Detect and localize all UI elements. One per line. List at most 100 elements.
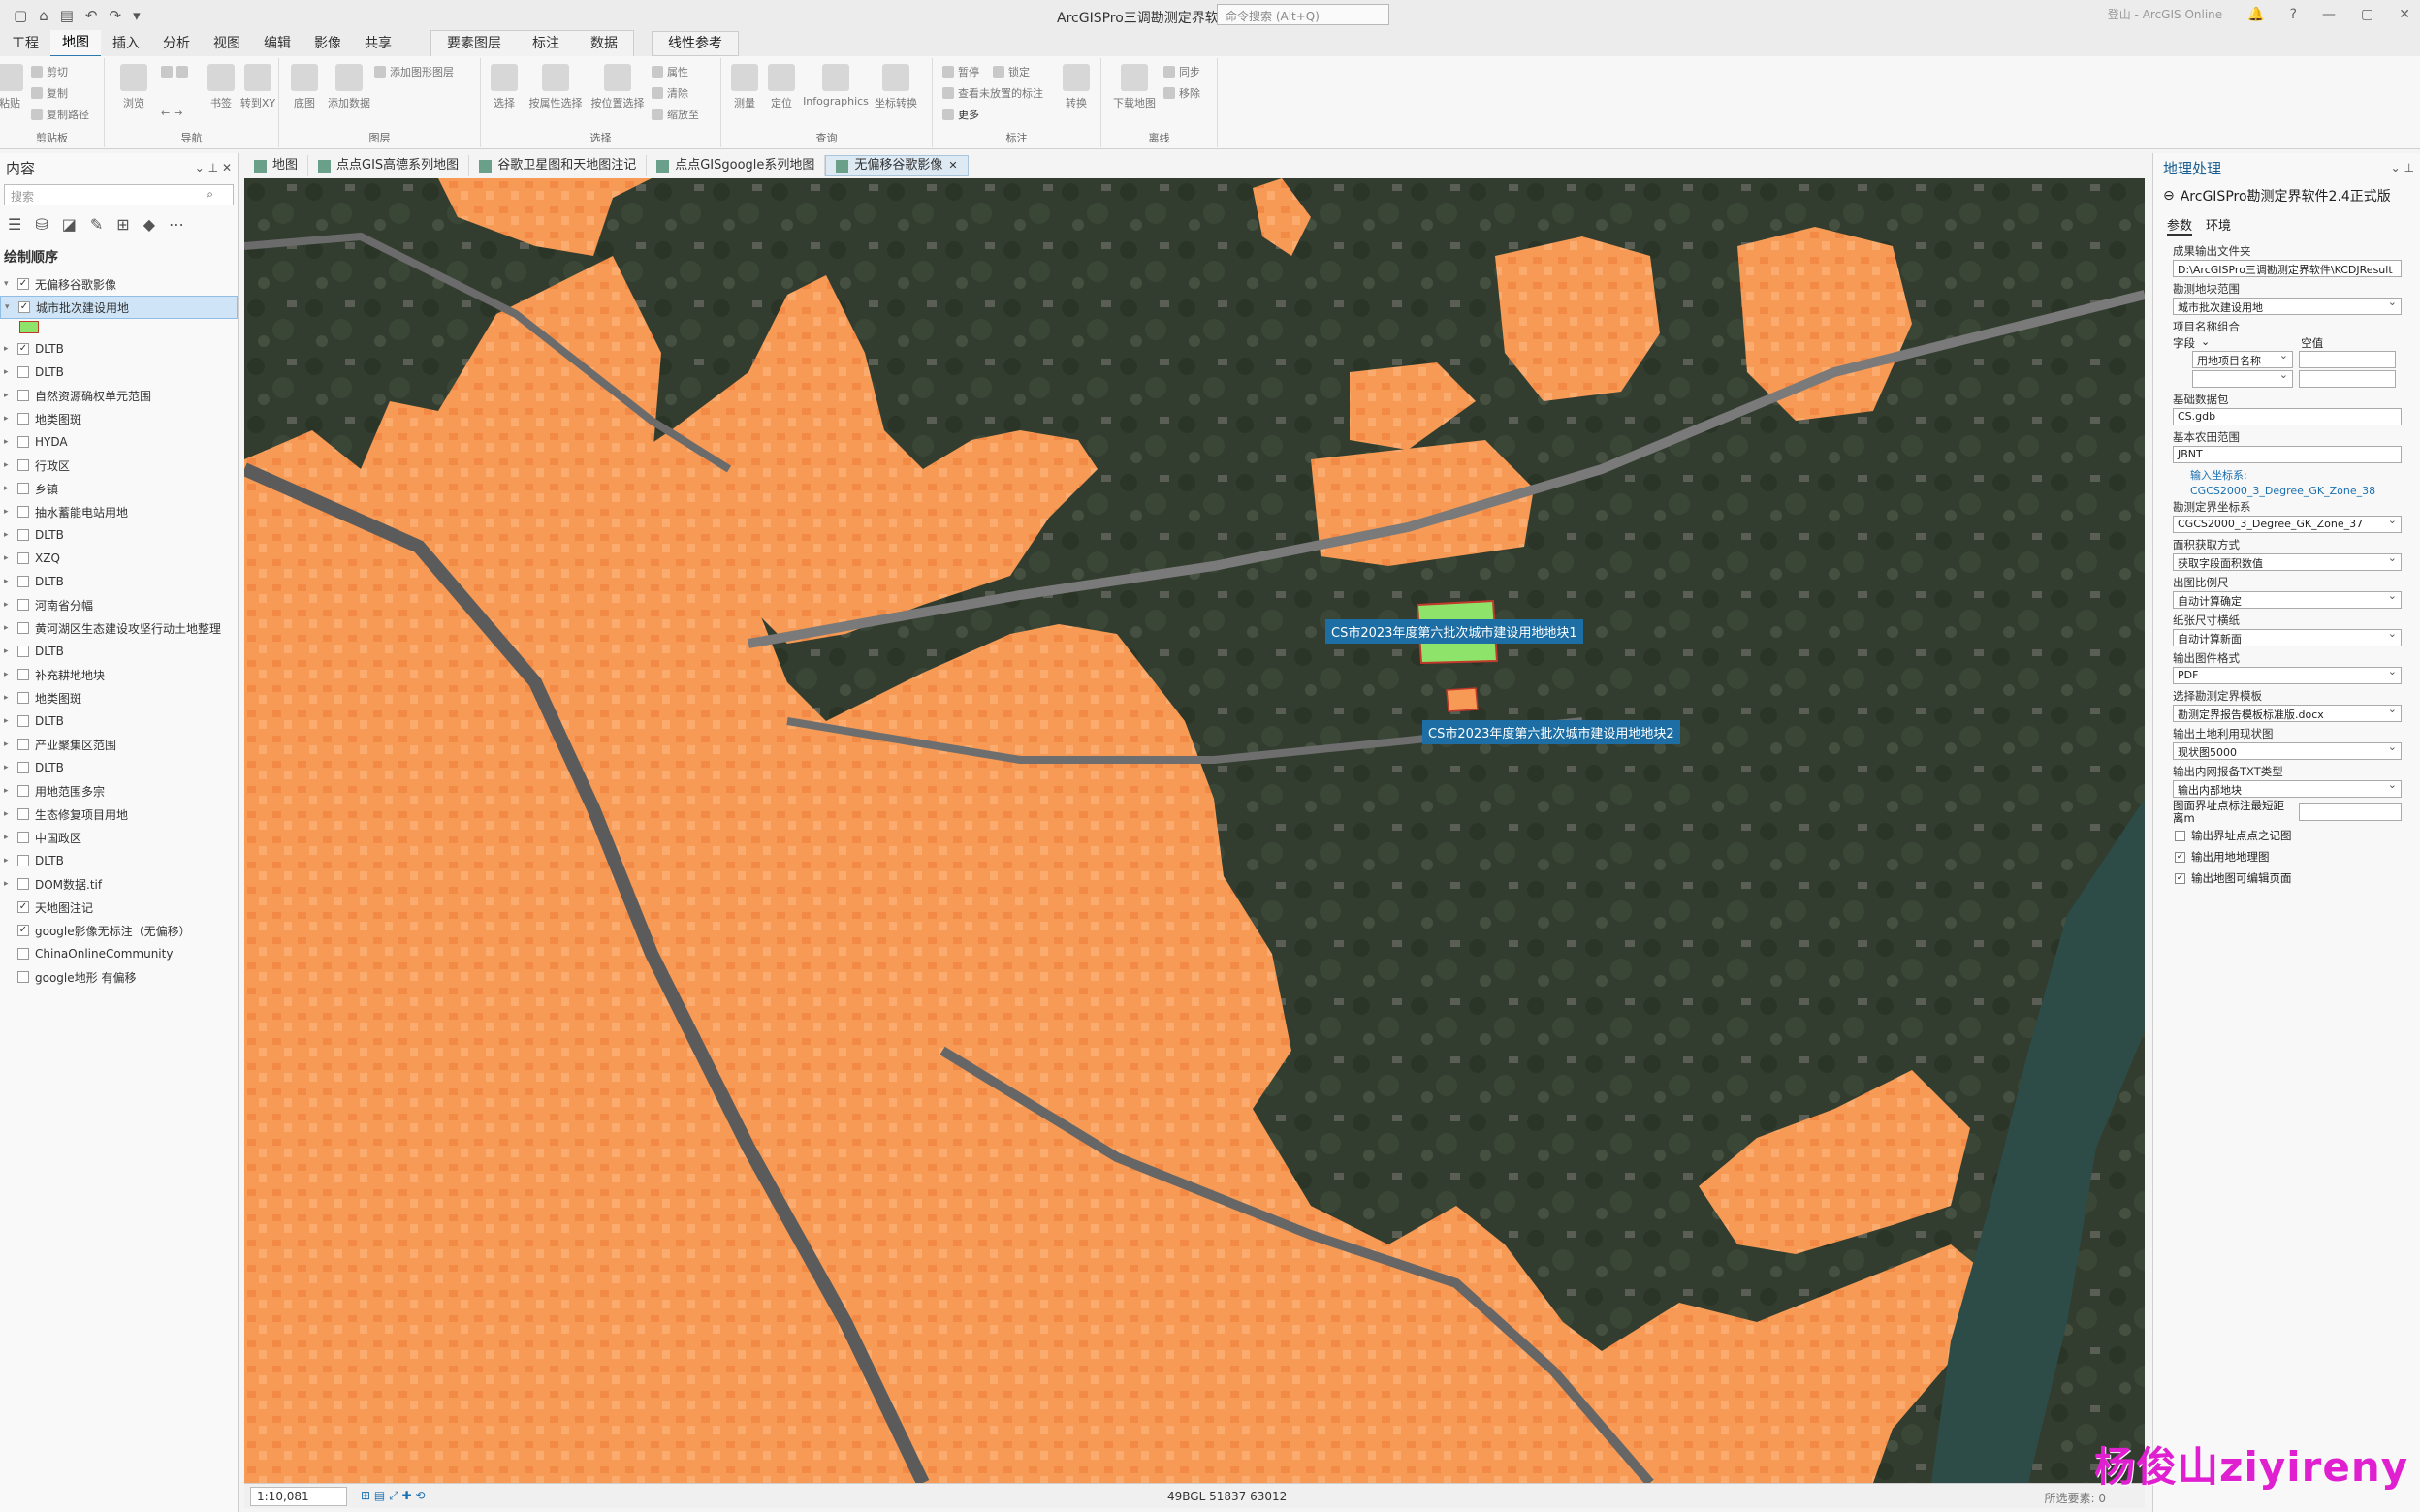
template-select[interactable]: 勘测定界报告模板标准版.docx — [2173, 705, 2402, 722]
map-canvas[interactable] — [244, 178, 2145, 1483]
data-source-icon[interactable]: ⛁ — [35, 215, 48, 234]
back-arrow-icon[interactable]: ⊖ — [2163, 188, 2175, 204]
layer-visibility-checkbox[interactable] — [17, 599, 29, 611]
navigator-icon[interactable]: ✚ — [402, 1489, 412, 1502]
layer-item[interactable]: ▸ 中国政区 — [0, 826, 238, 849]
tab-feature-layer[interactable]: 要素图层 — [431, 31, 517, 56]
survey-crs-select[interactable]: CGCS2000_3_Degree_GK_Zone_37 — [2173, 516, 2402, 533]
maximize-icon[interactable]: ▢ — [2361, 7, 2373, 22]
tab-insert[interactable]: 插入 — [101, 31, 151, 56]
coordinate-conversion-button[interactable]: 坐标转换 — [865, 64, 927, 110]
close-icon[interactable]: ✕ — [2399, 7, 2410, 22]
layer-visibility-checkbox[interactable] — [17, 878, 29, 890]
expand-arrow-icon[interactable]: ▸ — [4, 344, 14, 354]
map-tab[interactable]: 地图 — [244, 155, 309, 176]
layer-visibility-checkbox[interactable]: ✓ — [17, 278, 29, 290]
layer-item[interactable]: ▸ DLTB — [0, 849, 238, 872]
expand-arrow-icon[interactable]: ▸ — [4, 833, 14, 842]
expand-arrow-icon[interactable]: ▸ — [4, 553, 14, 563]
layer-visibility-checkbox[interactable] — [17, 646, 29, 657]
expand-arrow-icon[interactable]: ▸ — [4, 460, 14, 470]
layer-visibility-checkbox[interactable] — [17, 413, 29, 425]
scale-input[interactable]: 1:10,081 — [250, 1486, 347, 1506]
grid-icon[interactable]: ⊞ — [361, 1489, 370, 1502]
close-icon[interactable]: ✕ — [222, 161, 232, 174]
layer-visibility-checkbox[interactable] — [17, 808, 29, 820]
help-icon[interactable]: ? — [2290, 7, 2297, 22]
expand-arrow-icon[interactable]: ▸ — [4, 740, 14, 749]
layer-item[interactable]: ▸ ✓ DLTB — [0, 337, 238, 361]
layer-item[interactable]: ▾ ✓ 城市批次建设用地 — [0, 296, 238, 319]
output-option-checkbox[interactable]: 输出界址点点之记图 — [2153, 825, 2420, 846]
tab-data[interactable]: 数据 — [575, 31, 633, 56]
tab-parameters[interactable]: 参数 — [2167, 215, 2193, 236]
layer-item[interactable]: ▸ 乡镇 — [0, 477, 238, 500]
layer-item[interactable]: ▸ 补充耕地地块 — [0, 663, 238, 686]
map-tab[interactable]: 谷歌卫星图和天地图注记 — [469, 155, 648, 176]
tab-project[interactable]: 工程 — [0, 31, 50, 56]
more-options-icon[interactable]: ⋯ — [169, 215, 184, 234]
zoom-to-selection-button[interactable]: 缩放至 — [652, 107, 699, 122]
cut-button[interactable]: 剪切 — [31, 64, 68, 79]
layer-visibility-checkbox[interactable] — [17, 948, 29, 960]
expand-arrow-icon[interactable]: ▸ — [4, 809, 14, 819]
layer-item[interactable]: ▸ 地类图斑 — [0, 407, 238, 430]
tab-share[interactable]: 共享 — [353, 31, 403, 56]
landuse-map-select[interactable]: 现状图5000 — [2173, 742, 2402, 760]
output-option-checkbox[interactable]: ✓ 输出地图可编辑页面 — [2153, 867, 2420, 889]
layer-visibility-checkbox[interactable]: ✓ — [17, 925, 29, 936]
layer-visibility-checkbox[interactable] — [17, 459, 29, 471]
project-null-input[interactable] — [2299, 351, 2396, 368]
contents-search-input[interactable]: 搜索 ⌕ — [4, 184, 234, 205]
pin-icon[interactable]: ⊥ — [2404, 161, 2414, 174]
new-icon[interactable]: ▢ — [14, 7, 27, 24]
layer-item[interactable]: ▸ 自然资源确权单元范围 — [0, 384, 238, 407]
command-search-input[interactable]: 命令搜索 (Alt+Q) — [1217, 4, 1389, 25]
paste-button[interactable]: 粘贴 — [0, 64, 33, 110]
minimize-icon[interactable]: — — [2322, 7, 2336, 22]
prev-next-extent[interactable]: ← → — [161, 107, 182, 119]
layer-item[interactable]: ▸ XZQ — [0, 547, 238, 570]
expand-arrow-icon[interactable]: ▸ — [4, 507, 14, 517]
layer-item[interactable]: ▸ DLTB — [0, 756, 238, 779]
layer-visibility-checkbox[interactable] — [17, 739, 29, 750]
select-button[interactable]: 选择 — [481, 64, 527, 110]
close-tab-icon[interactable]: ✕ — [948, 155, 957, 176]
parcel-2[interactable] — [1446, 687, 1479, 712]
clear-selection-button[interactable]: 清除 — [652, 85, 688, 101]
chevron-down-icon[interactable]: ⌄ — [195, 161, 205, 174]
pin-icon[interactable]: ⊥ — [208, 161, 218, 174]
layer-item[interactable]: ▸ HYDA — [0, 430, 238, 454]
paper-size-select[interactable]: 自动计算新面 — [2173, 629, 2402, 646]
copy-button[interactable]: 复制 — [31, 85, 68, 101]
open-icon[interactable]: ⌂ — [39, 7, 48, 24]
checkbox[interactable]: ✓ — [2175, 872, 2185, 884]
project-field-select[interactable]: 用地项目名称 — [2192, 351, 2293, 368]
layer-item[interactable]: ▸ DLTB — [0, 523, 238, 547]
layer-visibility-checkbox[interactable] — [17, 832, 29, 843]
remove-button[interactable]: 移除 — [1163, 85, 1200, 101]
layer-visibility-checkbox[interactable] — [17, 366, 29, 378]
add-graphics-layer-button[interactable]: 添加图形图层 — [374, 64, 454, 79]
tab-map[interactable]: 地图 — [50, 30, 101, 57]
infographics-button[interactable]: Infographics — [797, 64, 875, 108]
expand-arrow-icon[interactable]: ▸ — [4, 763, 14, 772]
layer-visibility-checkbox[interactable] — [17, 506, 29, 518]
parcel-1-label[interactable]: CS市2023年度第六批次城市建设用地地块1 — [1325, 619, 1583, 644]
goto-xy-button[interactable]: 转到XY — [235, 64, 281, 110]
select-by-location-button[interactable]: 按位置选择 — [584, 64, 652, 110]
layer-item[interactable]: ▸ 用地范围多宗 — [0, 779, 238, 803]
save-icon[interactable]: ▤ — [60, 7, 74, 24]
layer-visibility-checkbox[interactable] — [17, 762, 29, 773]
search-icon[interactable]: ⌕ — [207, 187, 213, 202]
attributes-button[interactable]: 属性 — [652, 64, 688, 79]
layer-item[interactable]: ✓ 天地图注记 — [0, 896, 238, 919]
layer-visibility-checkbox[interactable] — [17, 669, 29, 680]
selection-view-icon[interactable]: ◪ — [62, 215, 77, 234]
layer-visibility-checkbox[interactable] — [17, 785, 29, 797]
layer-item[interactable]: ▸ DLTB — [0, 361, 238, 384]
layer-item[interactable]: ▸ DOM数据.tif — [0, 872, 238, 896]
base-db-input[interactable]: CS.gdb — [2173, 408, 2402, 425]
tab-linear-referencing[interactable]: 线性参考 — [652, 31, 739, 56]
farmland-input[interactable]: JBNT — [2173, 446, 2402, 463]
